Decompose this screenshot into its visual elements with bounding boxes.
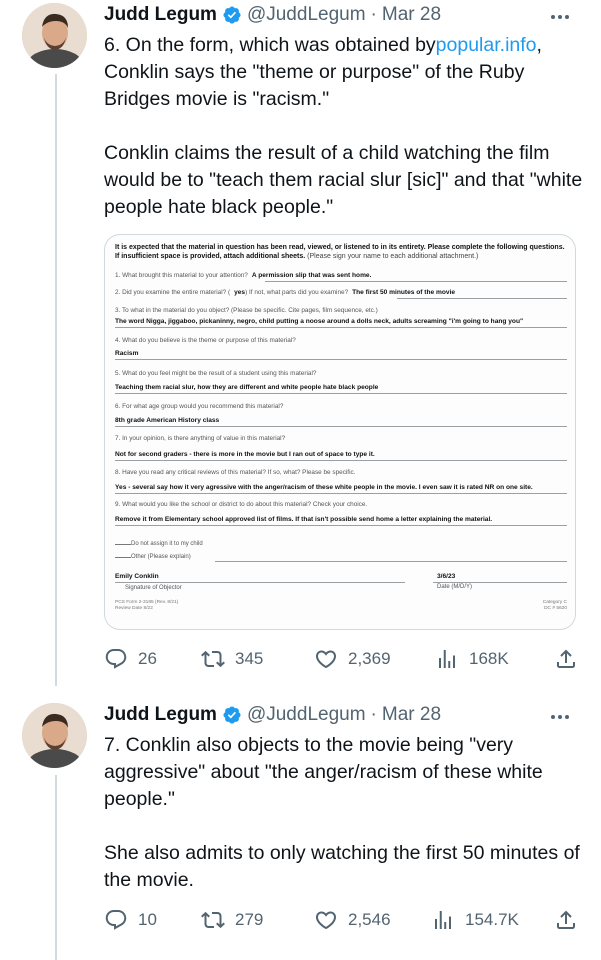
tweet-paragraph-2: She also admits to only watching the fir…: [104, 842, 580, 891]
form-option-2: Other (Please explain): [115, 553, 567, 560]
tweet-header: Judd Legum @JuddLegum · Mar 28: [104, 702, 441, 728]
form-a7: Not for second graders - there is more i…: [115, 451, 375, 458]
like-icon: [315, 650, 337, 669]
tweet-paragraph-1: 7. Conklin also objects to the movie bei…: [104, 734, 543, 810]
form-q2: 2. Did you examine the entire material? …: [115, 289, 456, 296]
like-count: 2,369: [348, 649, 391, 668]
form-q9: 9. What would you like the school or dis…: [115, 501, 368, 508]
tweet-paragraph-1: 6. On the form, which was obtained bypop…: [104, 34, 542, 110]
author-handle[interactable]: @JuddLegum: [247, 704, 366, 726]
avatar-photo: [22, 3, 87, 68]
repost-button[interactable]: 345: [201, 645, 263, 673]
views-button[interactable]: 154.7K: [431, 906, 519, 934]
author-name[interactable]: Judd Legum: [104, 704, 217, 726]
more-icon[interactable]: [551, 706, 575, 719]
form-a4: Racism: [115, 350, 139, 357]
share-icon: [557, 910, 575, 929]
views-icon: [435, 911, 451, 929]
repost-count: 345: [235, 649, 264, 668]
separator: ·: [370, 4, 377, 25]
author-handle[interactable]: @JuddLegum: [247, 4, 366, 26]
form-q5: 5. What do you feel might be the result …: [115, 370, 317, 377]
form-q3: 3. To what in the material do you object…: [115, 307, 378, 314]
avatar-photo: [22, 703, 87, 768]
author-name[interactable]: Judd Legum: [104, 4, 217, 26]
repost-count: 279: [235, 910, 264, 929]
like-button[interactable]: 2,546: [314, 906, 391, 934]
form-a6: 8th grade American History class: [115, 417, 220, 424]
tweet-date[interactable]: Mar 28: [382, 704, 441, 726]
reply-icon: [105, 649, 127, 669]
repost-button[interactable]: 279: [201, 906, 263, 934]
form-q4: 4. What do you believe is the theme or p…: [115, 337, 296, 344]
like-count: 2,546: [348, 910, 391, 929]
views-count: 168K: [469, 649, 509, 668]
avatar[interactable]: [22, 3, 87, 68]
form-a8: Yes - several say how it very agressive …: [115, 484, 533, 491]
reply-count: 10: [138, 910, 157, 929]
like-button[interactable]: 2,369: [314, 645, 391, 673]
tweet-7[interactable]: Judd Legum @JuddLegum · Mar 28 7. Conkli…: [0, 700, 601, 960]
form-option-1: Do not assign it to my child: [115, 540, 567, 547]
verified-badge-icon: [223, 706, 241, 724]
form-a3: The word Nigga, jiggaboo, pickaninny, ne…: [115, 318, 524, 325]
form-q6: 6. For what age group would you recommen…: [115, 403, 284, 410]
separator: ·: [370, 704, 377, 725]
tweet-header: Judd Legum @JuddLegum · Mar 28: [104, 2, 441, 28]
form-q8: 8. Have you read any critical reviews of…: [115, 469, 356, 476]
views-count: 154.7K: [465, 910, 519, 929]
share-button[interactable]: [554, 906, 588, 934]
objection-form: It is expected that the material in ques…: [115, 243, 567, 611]
reply-button[interactable]: 10: [104, 906, 157, 934]
tweet-actions: 10 279 2,546 154.7K: [104, 906, 578, 934]
tweet-text: 6. On the form, which was obtained bypop…: [104, 32, 584, 221]
form-signature-labels: Signature of Objector Date (M/D/Y): [125, 584, 473, 591]
tweet-6[interactable]: Judd Legum @JuddLegum · Mar 28 6. On the…: [0, 0, 601, 690]
reply-count: 26: [138, 649, 157, 668]
repost-icon: [201, 911, 225, 929]
form-footer: PCS Form 2-3185 (Rev. 8/21) Review Date …: [115, 600, 567, 611]
share-button[interactable]: [554, 645, 588, 673]
share-icon: [557, 649, 575, 668]
form-q1: 1. What brought this material to your at…: [115, 272, 372, 279]
form-a9: Remove it from Elementary school approve…: [115, 516, 493, 523]
avatar[interactable]: [22, 703, 87, 768]
more-icon[interactable]: [551, 6, 575, 19]
attached-form-image[interactable]: It is expected that the material in ques…: [104, 234, 576, 630]
reply-icon: [105, 910, 127, 930]
form-header: It is expected that the material in ques…: [115, 244, 565, 260]
tweet-actions: 26 345 2,369 168K: [104, 645, 578, 673]
views-icon: [439, 650, 455, 668]
tweet-text: 7. Conklin also objects to the movie bei…: [104, 732, 584, 894]
verified-badge-icon: [223, 6, 241, 24]
form-q7: 7. In your opinion, is there anything of…: [115, 435, 286, 442]
views-button[interactable]: 168K: [435, 645, 509, 673]
like-icon: [315, 911, 337, 930]
repost-icon: [201, 650, 225, 668]
form-a5: Teaching them racial slur, how they are …: [115, 384, 379, 391]
reply-button[interactable]: 26: [104, 645, 157, 673]
tweet-date[interactable]: Mar 28: [382, 4, 441, 26]
popular-info-link[interactable]: popular.info: [436, 34, 537, 56]
form-signature: Emily Conklin 3/6/23: [115, 573, 456, 580]
tweet-paragraph-2: Conklin claims the result of a child wat…: [104, 142, 583, 218]
